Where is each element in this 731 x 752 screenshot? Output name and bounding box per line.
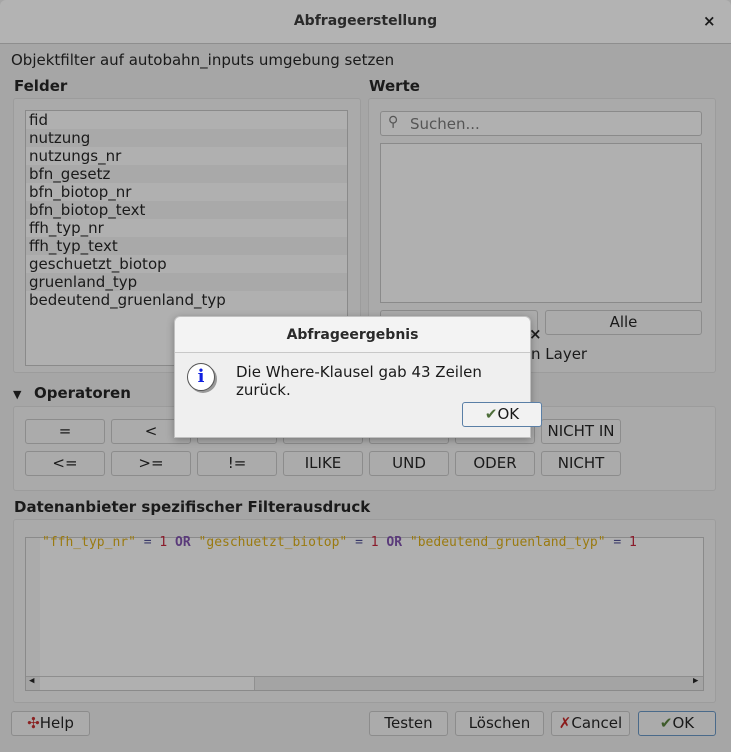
collapse-triangle-icon[interactable]: ▼ bbox=[13, 388, 21, 401]
scroll-left-icon[interactable]: ◀ bbox=[29, 676, 34, 686]
expression-token: "geschuetzt_biotop" bbox=[198, 535, 348, 550]
test-button[interactable]: Testen bbox=[369, 711, 448, 736]
ok-button[interactable]: ✔OK bbox=[638, 711, 716, 736]
use-unfiltered-layer-checkbox-label[interactable]: n Layer bbox=[531, 345, 587, 363]
expression-token: "ffh_typ_nr" bbox=[42, 535, 136, 550]
expression-token: = bbox=[605, 535, 630, 550]
field-list-item[interactable]: nutzung bbox=[26, 129, 347, 147]
operators-label: Operatoren bbox=[34, 384, 131, 402]
expression-token: OR bbox=[378, 535, 410, 550]
field-list-item[interactable]: fid bbox=[26, 111, 347, 129]
field-list-item[interactable]: geschuetzt_biotop bbox=[26, 255, 347, 273]
search-icon: ⚲ bbox=[388, 114, 399, 130]
dialog-ok-button[interactable]: ✔OK bbox=[462, 402, 542, 427]
expression-text: "ffh_typ_nr" = 1 OR "geschuetzt_biotop" … bbox=[42, 535, 637, 550]
close-icon[interactable]: × bbox=[703, 12, 716, 30]
operator-button[interactable]: = bbox=[25, 419, 105, 444]
scroll-right-icon[interactable]: ▶ bbox=[693, 676, 698, 686]
field-list-item[interactable]: ffh_typ_text bbox=[26, 237, 347, 255]
subtitle: Objektfilter auf autobahn_inputs umgebun… bbox=[11, 51, 395, 69]
values-label: Werte bbox=[369, 77, 420, 95]
expression-token: = bbox=[347, 535, 371, 550]
field-list-item[interactable]: bfn_biotop_nr bbox=[26, 183, 347, 201]
operator-button[interactable]: ODER bbox=[455, 451, 535, 476]
operator-button[interactable]: NICHT IN bbox=[541, 419, 621, 444]
operator-button[interactable]: ILIKE bbox=[283, 451, 363, 476]
fields-label: Felder bbox=[14, 77, 68, 95]
cancel-x-icon: ✗ bbox=[558, 714, 572, 732]
window-title: Abfrageerstellung bbox=[293, 13, 438, 29]
operator-button[interactable]: >= bbox=[111, 451, 191, 476]
dialog-titlebar: Abfrageergebnis × bbox=[175, 317, 542, 353]
expression-token: 1 bbox=[370, 535, 379, 550]
dialog-message: Die Where-Klausel gab 43 Zeilen zurück. bbox=[236, 363, 482, 399]
horizontal-scrollbar[interactable]: ◀ ▶ bbox=[26, 676, 703, 690]
window-titlebar: Abfrageerstellung × bbox=[0, 0, 731, 44]
values-search-input[interactable]: ⚲ Suchen... bbox=[380, 111, 702, 136]
values-list[interactable] bbox=[380, 143, 702, 303]
expression-token: "bedeutend_gruenland_typ" bbox=[409, 535, 606, 550]
clear-button[interactable]: Löschen bbox=[455, 711, 544, 736]
operator-button[interactable]: != bbox=[197, 451, 277, 476]
expression-token: 1 bbox=[629, 535, 637, 550]
operator-button[interactable]: <= bbox=[25, 451, 105, 476]
all-button[interactable]: Alle bbox=[545, 310, 702, 335]
dialog-ok-label: OK bbox=[497, 405, 520, 423]
field-list-item[interactable]: nutzungs_nr bbox=[26, 147, 347, 165]
expression-token: = bbox=[135, 535, 160, 550]
field-list-item[interactable]: bfn_gesetz bbox=[26, 165, 347, 183]
expression-editor[interactable]: "ffh_typ_nr" = 1 OR "geschuetzt_biotop" … bbox=[25, 535, 704, 691]
ok-label: OK bbox=[672, 714, 695, 732]
info-icon: i bbox=[187, 363, 215, 391]
help-icon: ✣ bbox=[27, 714, 40, 732]
field-list-item[interactable]: bedeutend_gruenland_typ bbox=[26, 291, 347, 309]
search-placeholder: Suchen... bbox=[410, 115, 480, 133]
help-button[interactable]: ✣Help bbox=[11, 711, 90, 736]
help-label: Help bbox=[39, 714, 74, 732]
scrollbar-thumb[interactable] bbox=[40, 677, 255, 690]
cancel-label: Cancel bbox=[571, 714, 623, 732]
dialog-title: Abfrageergebnis bbox=[286, 327, 419, 343]
expression-token: OR bbox=[167, 535, 199, 550]
expression-label: Datenanbieter spezifischer Filterausdruc… bbox=[14, 498, 371, 516]
field-list-item[interactable]: gruenland_typ bbox=[26, 273, 347, 291]
dialog-close-icon[interactable]: × bbox=[529, 325, 542, 343]
operator-button[interactable]: UND bbox=[369, 451, 449, 476]
ok-check-icon: ✔ bbox=[659, 714, 673, 732]
editor-margin bbox=[26, 538, 40, 676]
cancel-button[interactable]: ✗Cancel bbox=[551, 711, 630, 736]
field-list-item[interactable]: bfn_biotop_text bbox=[26, 201, 347, 219]
query-result-dialog: Abfrageergebnis × i Die Where-Klausel ga… bbox=[174, 316, 542, 438]
operator-button[interactable]: NICHT bbox=[541, 451, 621, 476]
field-list-item[interactable]: ffh_typ_nr bbox=[26, 219, 347, 237]
ok-check-icon: ✔ bbox=[484, 405, 498, 423]
